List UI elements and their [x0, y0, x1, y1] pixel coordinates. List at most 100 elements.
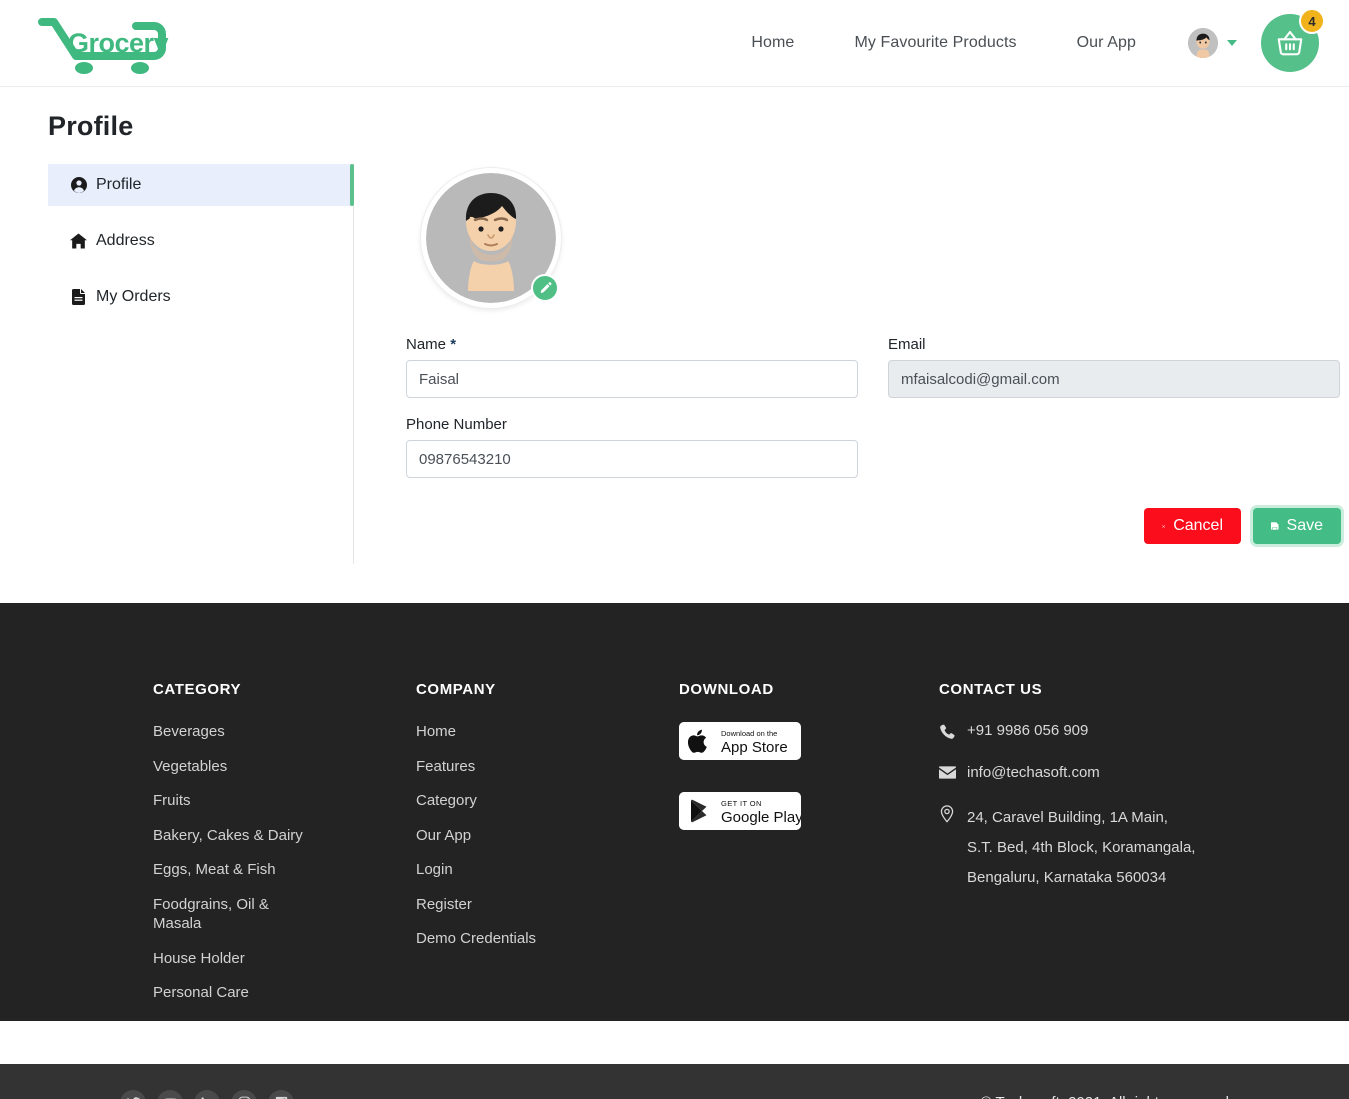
- nav-link-home[interactable]: Home: [721, 34, 824, 52]
- chevron-down-icon: [1227, 40, 1237, 46]
- contact-address-text: 24, Caravel Building, 1A Main, S.T. Bed,…: [967, 803, 1195, 893]
- google-play-small-text: GET IT ON: [721, 799, 762, 808]
- profile-sidebar: Profile Address My Orders: [48, 164, 354, 564]
- contact-email-text[interactable]: info@techasoft.com: [967, 764, 1100, 781]
- cancel-button[interactable]: Cancel: [1144, 508, 1241, 544]
- logo[interactable]: Grocery: [36, 11, 196, 75]
- save-disk-icon: [1271, 522, 1279, 530]
- nav-link-my-favourite-products[interactable]: My Favourite Products: [824, 34, 1046, 52]
- file-icon: [70, 289, 87, 305]
- site-header: Grocery Home My Favourite Products Our A…: [0, 0, 1349, 87]
- contact-phone-row: +91 9986 056 909: [939, 722, 1239, 744]
- app-store-big-text: App Store: [721, 739, 788, 756]
- sidebar-item-label: Address: [96, 232, 155, 249]
- footer-heading-download: DOWNLOAD: [679, 681, 774, 698]
- phone-input[interactable]: [406, 440, 858, 478]
- footer-heading-contact: CONTACT US: [939, 681, 1043, 698]
- footer-column-category: CATEGORY Beverages Vegetables Fruits Bak…: [153, 681, 416, 1018]
- phone-label: Phone Number: [406, 416, 507, 433]
- footer-columns: CATEGORY Beverages Vegetables Fruits Bak…: [0, 681, 1349, 1018]
- footer-link-foodgrains-oil-masala[interactable]: Foodgrains, Oil & Masala: [153, 895, 288, 934]
- footer-link-eggs-meat-fish[interactable]: Eggs, Meat & Fish: [153, 860, 416, 880]
- instagram-icon[interactable]: [231, 1089, 257, 1099]
- cancel-button-label: Cancel: [1173, 517, 1223, 534]
- footer-link-category[interactable]: Category: [416, 791, 679, 811]
- phone-field-group: Phone Number: [406, 416, 858, 478]
- youtube-icon[interactable]: [157, 1089, 183, 1099]
- footer-link-house-holder[interactable]: House Holder: [153, 949, 416, 969]
- user-circle-icon: [70, 177, 87, 193]
- twitter-icon[interactable]: [120, 1089, 146, 1099]
- social-links: [120, 1089, 294, 1099]
- name-field-group: Name *: [406, 336, 858, 398]
- grocery-cart-logo-icon: Grocery: [38, 18, 169, 74]
- contact-address-row: 24, Caravel Building, 1A Main, S.T. Bed,…: [939, 803, 1239, 893]
- cart-button-wrapper: 4: [1261, 8, 1325, 72]
- address-line-3: Bengaluru, Karnataka 560034: [967, 869, 1167, 886]
- name-label: Name *: [406, 336, 457, 353]
- svg-text:Grocery: Grocery: [68, 28, 169, 58]
- sidebar-item-profile[interactable]: Profile: [48, 164, 354, 206]
- site-footer: CATEGORY Beverages Vegetables Fruits Bak…: [0, 603, 1349, 1099]
- avatar: [1188, 28, 1218, 58]
- email-input: [888, 360, 1340, 398]
- profile-content: Profile Address My Orders Name * Faisal …: [0, 164, 1349, 564]
- user-menu[interactable]: [1188, 28, 1237, 58]
- footer-link-bakery-cakes-dairy[interactable]: Bakery, Cakes & Dairy: [153, 826, 416, 846]
- close-icon: [1162, 524, 1165, 528]
- sidebar-item-label: My Orders: [96, 288, 171, 305]
- contact-email-row: info@techasoft.com: [938, 764, 1239, 783]
- name-input[interactable]: [406, 360, 858, 398]
- footer-link-our-app[interactable]: Our App: [416, 826, 679, 846]
- nav-link-our-app[interactable]: Our App: [1047, 34, 1166, 52]
- linkedin-icon[interactable]: [194, 1089, 220, 1099]
- sidebar-item-label: Profile: [96, 176, 142, 193]
- profile-avatar-wrapper: [421, 168, 561, 308]
- footer-link-demo-credentials[interactable]: Demo Credentials: [416, 929, 679, 949]
- footer-link-vegetables[interactable]: Vegetables: [153, 757, 416, 777]
- cart-count-badge: 4: [1299, 8, 1325, 34]
- address-line-1: 24, Caravel Building, 1A Main,: [967, 809, 1168, 826]
- footer-heading-company: COMPANY: [416, 681, 496, 698]
- email-label: Email: [888, 336, 926, 353]
- footer-link-register[interactable]: Register: [416, 895, 679, 915]
- edit-avatar-button[interactable]: [531, 274, 559, 302]
- footer-link-login[interactable]: Login: [416, 860, 679, 880]
- profile-form: Name * Email Phone Number: [354, 164, 1349, 564]
- footer-link-features[interactable]: Features: [416, 757, 679, 777]
- home-icon: [70, 233, 87, 249]
- footer-link-fruits[interactable]: Fruits: [153, 791, 416, 811]
- app-store-badge[interactable]: Download on the App Store: [679, 722, 801, 760]
- google-play-big-text: Google Play: [721, 809, 801, 826]
- footer-column-download: DOWNLOAD Download on the App Store GET I…: [679, 681, 939, 1018]
- footer-link-beverages[interactable]: Beverages: [153, 722, 416, 742]
- facebook-icon[interactable]: [268, 1089, 294, 1099]
- footer-bottom-bar: © Techasoft. 2021. All rights reserved: [0, 1063, 1349, 1099]
- basket-icon: [1277, 30, 1303, 56]
- phone-icon: [939, 722, 957, 744]
- required-marker: *: [450, 336, 457, 353]
- address-line-2: S.T. Bed, 4th Block, Koramangala,: [967, 839, 1196, 856]
- location-pin-icon: [939, 803, 957, 827]
- footer-link-home[interactable]: Home: [416, 722, 679, 742]
- sidebar-item-my-orders[interactable]: My Orders: [48, 276, 353, 318]
- mail-icon: [938, 764, 957, 783]
- footer-link-personal-care[interactable]: Personal Care: [153, 983, 416, 1003]
- pencil-icon: [540, 281, 551, 293]
- profile-page: Profile Profile Address My Orders Name *…: [0, 87, 1349, 603]
- save-button[interactable]: Save: [1253, 508, 1341, 544]
- footer-column-contact: CONTACT US +91 9986 056 909 info@techaso…: [938, 681, 1239, 1018]
- footer-heading-category: CATEGORY: [153, 681, 242, 698]
- sidebar-item-address[interactable]: Address: [48, 220, 353, 262]
- footer-column-company: COMPANY Home Features Category Our App L…: [416, 681, 679, 1018]
- email-field-group: Email: [888, 336, 1340, 398]
- form-actions: Cancel Save: [406, 508, 1341, 544]
- primary-nav: Home My Favourite Products Our App 4: [721, 8, 1325, 72]
- save-button-label: Save: [1286, 517, 1323, 534]
- app-store-small-text: Download on the: [721, 729, 777, 738]
- copyright-text: © Techasoft. 2021. All rights reserved: [981, 1094, 1229, 1099]
- page-title: Profile: [48, 111, 134, 141]
- contact-phone-text[interactable]: +91 9986 056 909: [967, 722, 1088, 739]
- google-play-badge[interactable]: GET IT ON Google Play: [679, 792, 801, 830]
- form-fields: Name * Email Phone Number: [406, 336, 1341, 496]
